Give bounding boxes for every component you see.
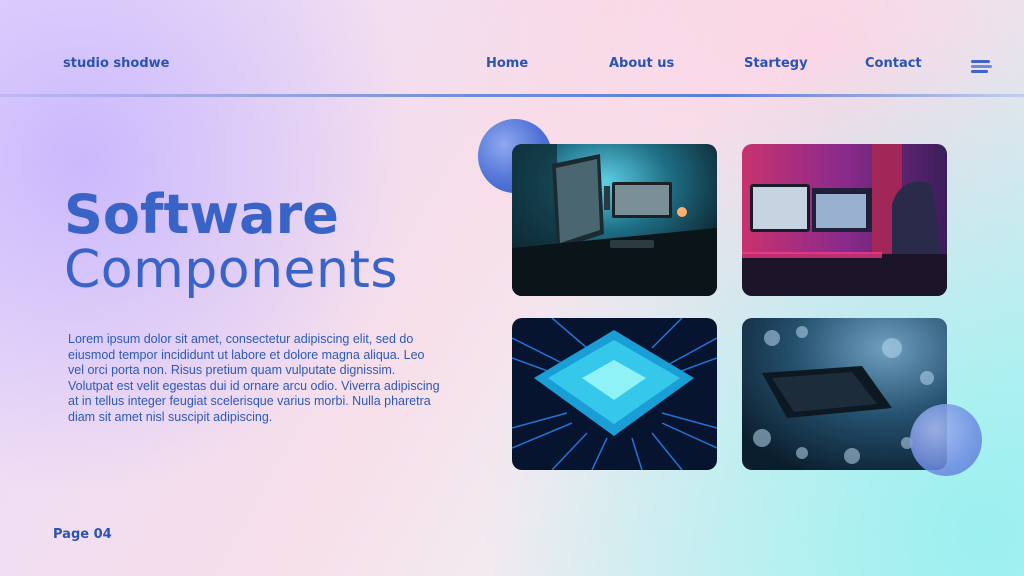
header-divider	[0, 94, 1024, 97]
body-paragraph: Lorem ipsum dolor sit amet, consectetur …	[68, 332, 440, 424]
nav-about-us[interactable]: About us	[609, 56, 674, 71]
title-line-1: Software	[64, 183, 339, 246]
nav-strategy[interactable]: Startegy	[744, 56, 808, 71]
header: studio shodwe Home About us Startegy Con…	[0, 0, 1024, 96]
page-number: Page 04	[53, 527, 112, 542]
gaming-setup-photo	[742, 144, 947, 296]
decorative-circle	[910, 404, 982, 476]
brand-name[interactable]: studio shodwe	[63, 56, 169, 71]
title-line-2: Components	[64, 240, 398, 300]
monitor-desk-setup-photo	[512, 144, 717, 296]
nav-contact[interactable]: Contact	[865, 56, 922, 71]
cpu-chip-photo	[512, 318, 717, 470]
hamburger-menu-icon[interactable]	[971, 60, 992, 74]
nav-home[interactable]: Home	[486, 56, 528, 71]
page-title: Software Components	[64, 183, 398, 300]
